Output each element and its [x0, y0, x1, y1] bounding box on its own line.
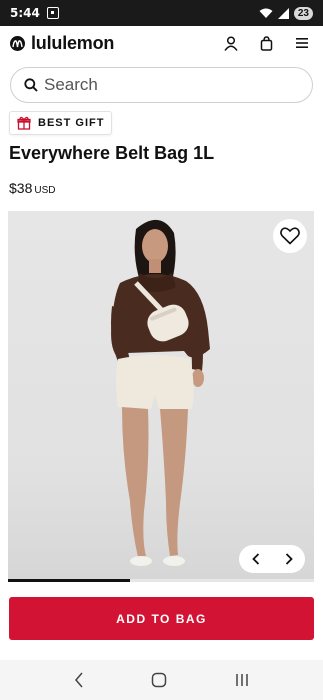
- chevron-right-icon[interactable]: [284, 553, 294, 565]
- account-icon[interactable]: [224, 35, 238, 51]
- best-gift-badge: BEST GIFT: [9, 111, 113, 135]
- screenshot-icon: [46, 7, 59, 19]
- add-to-bag-button[interactable]: ADD TO BAG: [9, 597, 314, 640]
- app-header: lululemon: [0, 26, 323, 60]
- badge-label: BEST GIFT: [38, 117, 105, 129]
- carousel-controls: [239, 545, 305, 573]
- wishlist-button[interactable]: [273, 219, 307, 253]
- chevron-left-icon[interactable]: [251, 553, 261, 565]
- header-actions: [224, 35, 309, 51]
- wifi-icon: [259, 8, 273, 18]
- status-bar: 5:44 23: [0, 0, 323, 26]
- home-icon[interactable]: [151, 672, 167, 688]
- status-indicators: 23: [259, 6, 313, 20]
- carousel-progress-fill: [8, 579, 131, 582]
- menu-icon[interactable]: [295, 37, 309, 49]
- product-image[interactable]: [8, 211, 314, 580]
- price-currency: USD: [34, 185, 56, 196]
- price-value: $38: [9, 180, 33, 196]
- product-price: $38 USD: [9, 180, 55, 196]
- heart-icon: [280, 227, 300, 245]
- model-photo: [111, 219, 210, 566]
- search-input[interactable]: [44, 75, 294, 95]
- search-icon: [24, 78, 38, 92]
- signal-icon: [277, 7, 289, 19]
- gift-icon: [17, 116, 31, 130]
- lululemon-logo-icon[interactable]: [10, 35, 25, 51]
- search-bar[interactable]: [10, 67, 313, 103]
- status-time: 5:44: [10, 6, 40, 20]
- carousel-progress-bar: [8, 579, 314, 582]
- brand-name[interactable]: lululemon: [31, 33, 114, 54]
- product-title: Everywhere Belt Bag 1L: [9, 143, 215, 163]
- system-nav-bar: [0, 660, 323, 700]
- bag-icon[interactable]: [260, 35, 273, 51]
- back-icon[interactable]: [74, 672, 84, 688]
- battery-indicator: 23: [293, 6, 313, 20]
- recents-icon[interactable]: [235, 673, 249, 687]
